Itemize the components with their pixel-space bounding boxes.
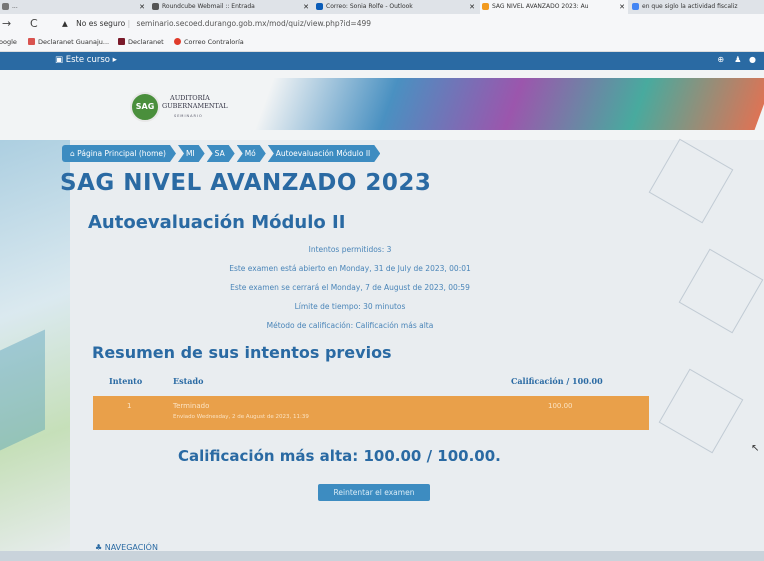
browser-tab-3[interactable]: Correo: Sonia Rolfe - Outlook ✕ [314, 0, 478, 14]
url-separator: | [127, 19, 133, 28]
background-decoration [0, 329, 45, 451]
course-menu[interactable]: ▣ Este curso ▸ [55, 55, 117, 65]
breadcrumb-label: Mó [244, 149, 256, 158]
os-taskbar [0, 551, 764, 561]
logo-text: AUDITORÍA GUBERNAMENTAL [162, 94, 228, 110]
course-menu-label: Este curso ▸ [65, 55, 117, 65]
browser-tab-5[interactable]: en que siglo la actividad fiscaliz [630, 0, 764, 14]
bookmark-declaranet-guanajuato[interactable]: Declaranet Guanaju... [28, 38, 109, 46]
moodle-top-nav: ▣ Este curso ▸ ⊕ ♟ ● [0, 52, 764, 70]
url-input[interactable]: ▲ No es seguro | seminario.secoed.durang… [62, 19, 371, 28]
attempt-number: 1 [127, 402, 132, 410]
google-icon [632, 3, 639, 10]
attempts-allowed: Intentos permitidos: 3 [308, 245, 392, 254]
browser-tab-1[interactable]: ... ✕ [0, 0, 148, 14]
breadcrumb-quiz[interactable]: Autoevaluación Módulo II [268, 145, 380, 162]
site-logo[interactable]: SAG AUDITORÍA GUBERNAMENTAL SEMINARIO [130, 90, 240, 122]
logo-line-1: AUDITORÍA [170, 94, 210, 102]
bookmark-icon [174, 38, 181, 45]
warning-icon: ▲ [62, 19, 68, 28]
attempts-table-header: Intento Estado Calificación / 100.00 [93, 376, 649, 390]
reload-icon[interactable]: C [30, 17, 38, 30]
tab-label: Roundcube Webmail :: Entrada [162, 3, 255, 10]
bookmark-declaranet[interactable]: Declaranet [118, 38, 164, 46]
background-decoration [658, 368, 744, 454]
course-title: SAG NIVEL AVANZADO 2023 [60, 170, 432, 196]
bookmark-label: Declaranet Guanaju... [38, 38, 110, 46]
breadcrumb-mi[interactable]: MI [178, 145, 205, 162]
breadcrumb-home[interactable]: ⌂ Página Principal (home) [62, 145, 176, 162]
breadcrumb-label: MI [185, 149, 195, 158]
bookmark-icon [118, 38, 125, 45]
settings-icon[interactable]: ⊕ [717, 55, 724, 64]
close-icon[interactable]: ✕ [469, 0, 475, 14]
outlook-icon [316, 3, 323, 10]
browser-tab-2[interactable]: Roundcube Webmail :: Entrada ✕ [150, 0, 312, 14]
bookmark-icon [28, 38, 35, 45]
tab-favicon-icon [152, 3, 159, 10]
breadcrumb-label: Página Principal (home) [77, 149, 166, 158]
security-label: No es seguro [76, 19, 126, 28]
chat-icon[interactable]: ● [749, 55, 756, 64]
background-decoration [648, 138, 734, 224]
breadcrumb-mo[interactable]: Mó [237, 145, 266, 162]
bookmark-label: Google [0, 38, 17, 46]
logo-line-2: GUBERNAMENTAL [162, 102, 228, 110]
best-grade: Calificación más alta: 100.00 / 100.00. [178, 447, 501, 465]
browser-tab-4-active[interactable]: SAG NIVEL AVANZADO 2023: Au ✕ [480, 0, 628, 14]
mouse-cursor-icon: ↖ [751, 443, 760, 454]
tab-label: en que siglo la actividad fiscaliz [642, 3, 738, 10]
logo-emblem: SAG [130, 92, 160, 122]
bookmarks-bar: Google Declaranet Guanaju... Declaranet … [0, 36, 764, 52]
bookmark-correo-contraloria[interactable]: Correo Contraloría [174, 38, 244, 46]
banner-stripe [254, 78, 764, 130]
time-limit: Límite de tiempo: 30 minutos [294, 302, 406, 311]
close-icon[interactable]: ✕ [619, 0, 625, 14]
breadcrumb-label: SA [214, 149, 225, 158]
forward-icon[interactable]: → [2, 17, 11, 30]
attempt-grade: 100.00 [548, 402, 573, 410]
quiz-title: Autoevaluación Módulo II [88, 212, 346, 233]
breadcrumb: ⌂ Página Principal (home) MI SA Mó Autoe… [62, 145, 382, 162]
book-icon: ▣ [55, 55, 66, 65]
bookmark-google[interactable]: Google [0, 38, 17, 46]
table-row: 1 Terminado Enviado Wednesday, 2 de Augu… [93, 396, 649, 430]
attempt-state: Terminado [173, 402, 210, 410]
close-date: Este examen se cerrará el Monday, 7 de A… [230, 283, 470, 292]
url-text: seminario.secoed.durango.gob.mx/mod/quiz… [136, 19, 372, 28]
open-date: Este examen está abierto en Monday, 31 d… [229, 264, 471, 273]
browser-tab-bar: ... ✕ Roundcube Webmail :: Entrada ✕ Cor… [0, 0, 764, 14]
attempt-submitted: Enviado Wednesday, 2 de August de 2023, … [173, 414, 309, 420]
close-icon[interactable]: ✕ [303, 0, 309, 14]
column-header-attempt: Intento [109, 376, 143, 386]
tab-label: Correo: Sonia Rolfe - Outlook [326, 3, 413, 10]
moodle-icon [482, 3, 489, 10]
address-bar-row: → C ▲ No es seguro | seminario.secoed.du… [0, 14, 764, 36]
background-decoration [678, 248, 764, 334]
grading-method: Método de calificación: Calificación más… [266, 321, 434, 330]
close-icon[interactable]: ✕ [139, 0, 145, 14]
summary-title: Resumen de sus intentos previos [92, 343, 392, 362]
breadcrumb-sa[interactable]: SA [207, 145, 235, 162]
tab-label: SAG NIVEL AVANZADO 2023: Au [492, 3, 589, 10]
bookmark-label: Declaranet [128, 38, 164, 46]
logo-subtitle: SEMINARIO [174, 114, 203, 118]
bookmark-label: Correo Contraloría [184, 38, 244, 46]
bell-icon[interactable]: ♟ [734, 55, 741, 64]
nav-icons: ⊕ ♟ ● [717, 55, 756, 64]
tab-favicon-icon [2, 3, 9, 10]
column-header-grade: Calificación / 100.00 [511, 376, 603, 386]
retry-quiz-button[interactable]: Reintentar el examen [318, 484, 430, 501]
header-banner: SAG AUDITORÍA GUBERNAMENTAL SEMINARIO [0, 70, 764, 140]
breadcrumb-label: Autoevaluación Módulo II [275, 149, 371, 158]
column-header-state: Estado [173, 376, 204, 386]
tab-label: ... [12, 3, 18, 10]
